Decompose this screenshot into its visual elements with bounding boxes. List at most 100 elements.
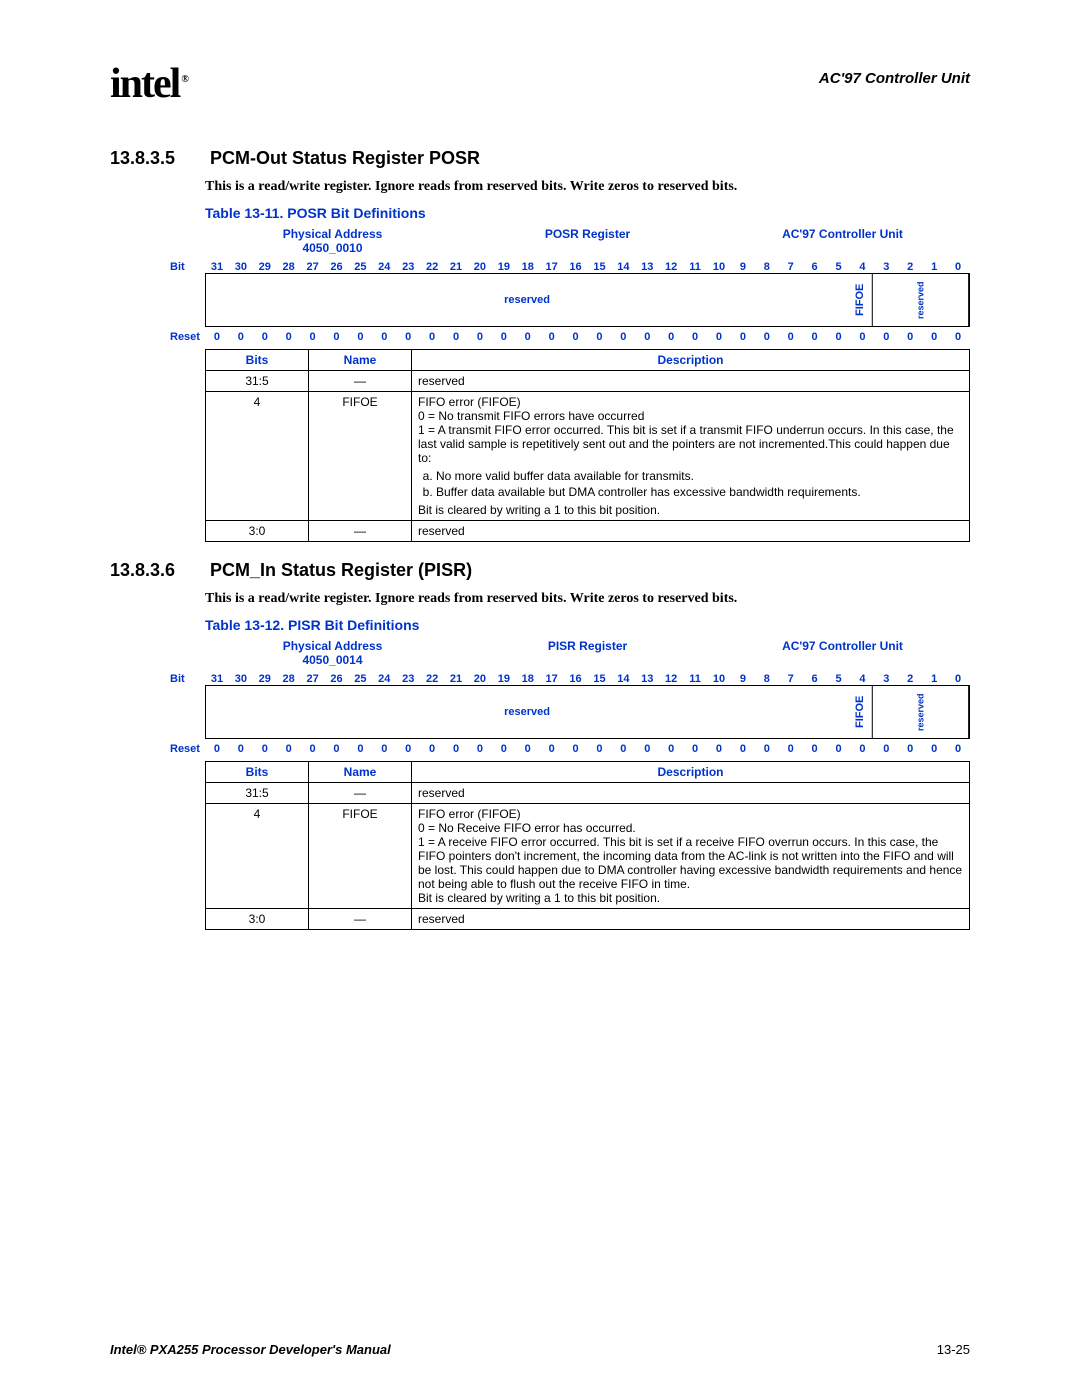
bit-cell: 4 [850,261,874,273]
bit-cell: 2 [898,261,922,273]
td-desc: reserved [412,783,970,804]
table-row: 4 FIFOE FIFO error (FIFOE) 0 = No Receiv… [206,804,970,909]
td-bits: 4 [206,804,309,909]
bit-cell: 0 [588,743,612,755]
bit-cell: 22 [420,673,444,685]
bit-cell: 0 [420,743,444,755]
bit-cell: 19 [492,673,516,685]
bit-cell: 0 [850,331,874,343]
bit-cell: 21 [444,673,468,685]
bit-cell: 0 [803,331,827,343]
table-caption-pisr: Table 13-12. PISR Bit Definitions [205,617,970,633]
bit-cell: 13 [635,673,659,685]
register-name: POSR Register [460,227,715,255]
bit-cell: 0 [827,743,851,755]
td-name: FIFOE [309,392,412,521]
bit-cell: 29 [253,261,277,273]
bit-cell: 0 [444,743,468,755]
bit-cell: 8 [755,673,779,685]
page: intel® AC'97 Controller Unit 13.8.3.5 PC… [0,0,1080,1397]
bit-row-pisr: Bit 313029282726252423222120191817161514… [170,673,970,685]
bit-cell: 0 [755,331,779,343]
reset-label: Reset [170,331,205,343]
bit-cell: 0 [659,743,683,755]
layout-reserved-narrow: reserved [873,274,969,326]
bit-cell: 23 [396,261,420,273]
bit-cell: 0 [253,331,277,343]
desc-line1: 1 = A receive FIFO error occurred. This … [418,835,963,891]
td-name: — [309,371,412,392]
bit-cell: 0 [348,331,372,343]
bit-cell: 1 [922,261,946,273]
intel-logo: intel® [110,60,187,108]
bit-cell: 0 [540,743,564,755]
bit-cell: 10 [707,261,731,273]
td-name: — [309,521,412,542]
bit-cell: 0 [444,331,468,343]
footer-right: 13-25 [937,1342,970,1357]
bit-cell: 31 [205,673,229,685]
td-desc: FIFO error (FIFOE) 0 = No Receive FIFO e… [412,804,970,909]
def-table-posr: Bits Name Description 31:5 — reserved 4 … [205,349,970,542]
bit-cell: 10 [707,673,731,685]
bit-cell: 0 [755,743,779,755]
register-header-row: Physical Address 4050_0014 PISR Register… [205,639,970,667]
table-header-row: Bits Name Description [206,762,970,783]
reset-label: Reset [170,743,205,755]
bit-cell: 29 [253,673,277,685]
bit-cell: 30 [229,673,253,685]
bit-cell: 15 [588,673,612,685]
register-header-row: Physical Address 4050_0010 POSR Register… [205,227,970,255]
bit-cell: 7 [779,261,803,273]
bit-cell: 0 [396,743,420,755]
bit-cell: 27 [301,261,325,273]
bit-cell: 0 [516,331,540,343]
bit-cell: 0 [588,331,612,343]
bit-cell: 28 [277,261,301,273]
bit-cell: 0 [372,331,396,343]
bit-cell: 0 [635,743,659,755]
bit-cell: 3 [874,261,898,273]
page-footer: Intel® PXA255 Processor Developer's Manu… [110,1342,970,1357]
bit-cell: 0 [779,743,803,755]
bit-cell: 25 [348,673,372,685]
desc-line1: 1 = A transmit FIFO error occurred. This… [418,423,963,465]
phys-addr: Physical Address 4050_0010 [205,227,460,255]
reset-cells: 00000000000000000000000000000000 [205,743,970,755]
bit-cell: 0 [898,743,922,755]
bit-cell: 18 [516,673,540,685]
logo-mark: ® [181,74,186,85]
bit-cell: 6 [803,261,827,273]
bit-cell: 0 [301,331,325,343]
bit-cell: 0 [205,743,229,755]
desc-line0: 0 = No transmit FIFO errors have occurre… [418,409,963,423]
bit-cell: 0 [611,331,635,343]
bit-cell: 2 [898,673,922,685]
th-desc: Description [412,762,970,783]
section-body: This is a read/write register. Ignore re… [205,179,970,195]
bit-cell: 0 [348,743,372,755]
bit-cell: 4 [850,673,874,685]
td-desc: reserved [412,521,970,542]
bit-cell: 0 [468,743,492,755]
td-name: FIFOE [309,804,412,909]
bit-cell: 0 [611,743,635,755]
bit-cell: 0 [468,331,492,343]
bit-cell: 30 [229,261,253,273]
bit-cell: 31 [205,261,229,273]
layout-row-posr: reserved FIFOE reserved [205,273,970,327]
layout-fifoe: FIFOE [848,274,873,326]
def-table-pisr: Bits Name Description 31:5 — reserved 4 … [205,761,970,930]
bit-cells: 3130292827262524232221201918171615141312… [205,261,970,273]
bit-cell: 28 [277,673,301,685]
section-heading-posr: 13.8.3.5 PCM-Out Status Register POSR [110,148,970,169]
bit-cell: 7 [779,673,803,685]
bit-cell: 8 [755,261,779,273]
unit-name: AC'97 Controller Unit [715,227,970,255]
table-row: 31:5 — reserved [206,783,970,804]
table-row: 3:0 — reserved [206,909,970,930]
bit-cell: 0 [277,331,301,343]
bit-cell: 20 [468,673,492,685]
bit-cell: 0 [540,331,564,343]
phys-addr-value: 4050_0010 [205,241,460,255]
